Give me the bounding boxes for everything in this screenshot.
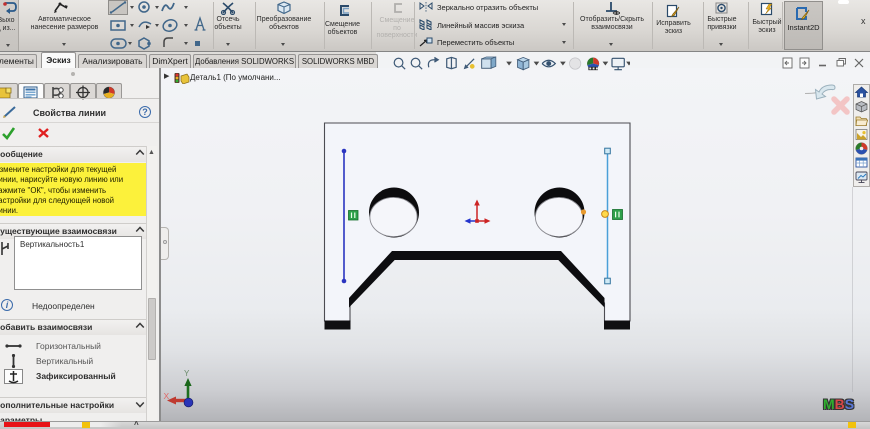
svg-text:X: X — [164, 391, 170, 401]
svg-text:Y: Y — [184, 369, 190, 378]
